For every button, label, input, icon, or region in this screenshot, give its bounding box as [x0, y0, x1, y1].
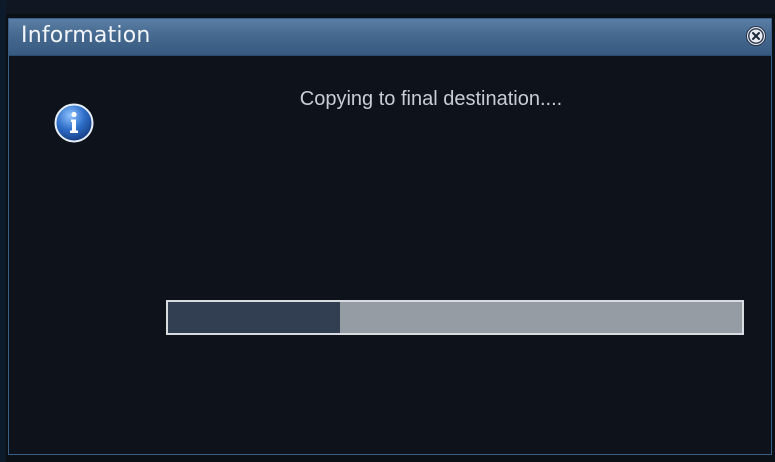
- status-message: Copying to final destination....: [299, 88, 563, 110]
- dialog-titlebar[interactable]: Information: [9, 19, 771, 56]
- progress-bar: [166, 300, 744, 335]
- close-button[interactable]: [747, 27, 765, 45]
- close-icon: [748, 28, 764, 44]
- backdrop-top-edge: [0, 0, 775, 14]
- backdrop-left-edge: [0, 0, 6, 462]
- information-dialog: Information Copying to final destination: [8, 18, 772, 455]
- dialog-title: Information: [21, 23, 151, 48]
- progress-bar-fill: [168, 302, 341, 333]
